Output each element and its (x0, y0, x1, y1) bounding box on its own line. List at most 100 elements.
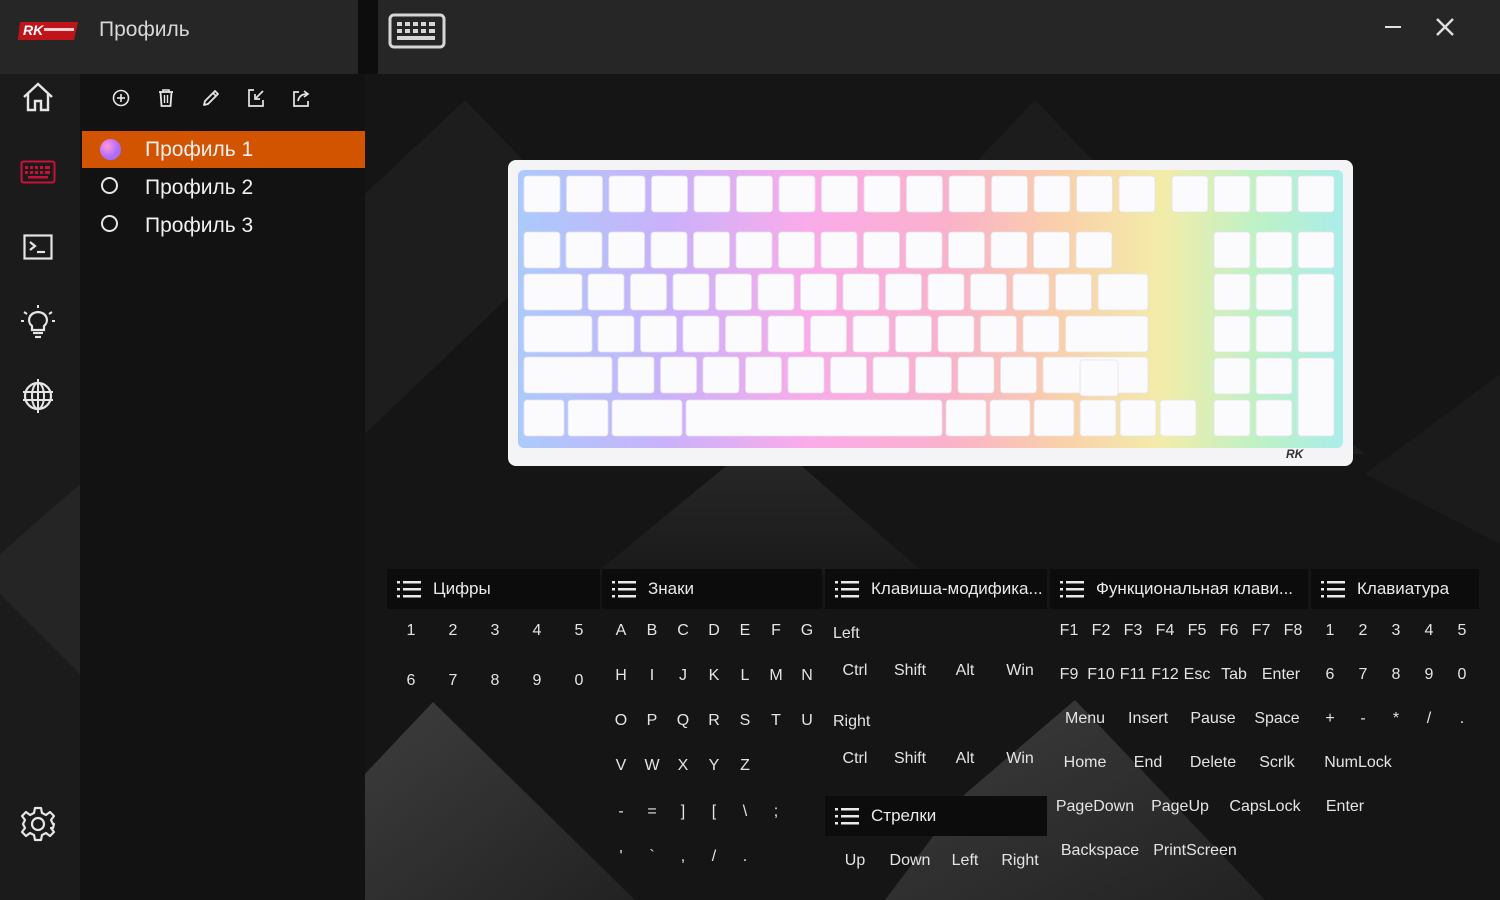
key-button[interactable]: 4 (533, 622, 542, 640)
key-button[interactable]: 5 (575, 622, 584, 640)
category-keypad[interactable]: Клавиатура (1311, 569, 1479, 609)
key-button[interactable]: Scrlk (1259, 754, 1295, 772)
key-button[interactable]: U (801, 712, 813, 730)
key-button[interactable]: [ (712, 803, 716, 821)
key-button[interactable]: Ctrl (843, 750, 868, 768)
key-button[interactable]: PageDown (1056, 798, 1134, 816)
key-button[interactable]: J (679, 667, 687, 685)
profile-item-3[interactable]: Профиль 3 (82, 207, 365, 244)
key-button[interactable]: L (741, 667, 750, 685)
category-signs[interactable]: Знаки (602, 569, 822, 609)
key-button[interactable]: E (740, 622, 751, 640)
key-button[interactable]: V (616, 757, 627, 775)
key-button[interactable]: Ctrl (843, 662, 868, 680)
key-button[interactable]: 9 (1425, 666, 1434, 684)
minimize-icon[interactable] (1378, 12, 1408, 42)
keyboard-icon[interactable] (388, 13, 446, 49)
key-button[interactable]: Down (890, 852, 931, 870)
key-button[interactable]: O (615, 712, 627, 730)
key-button[interactable]: 2 (449, 622, 458, 640)
key-button[interactable]: F2 (1092, 622, 1111, 640)
key-button[interactable]: Delete (1190, 754, 1236, 772)
key-button[interactable]: Pause (1190, 710, 1235, 728)
key-button[interactable]: Left (952, 852, 979, 870)
key-button[interactable]: Menu (1065, 710, 1105, 728)
key-button[interactable]: 9 (533, 672, 542, 690)
add-icon[interactable] (110, 87, 132, 109)
key-button[interactable]: 1 (1326, 622, 1335, 640)
key-button[interactable]: F10 (1087, 666, 1115, 684)
key-button[interactable]: Alt (956, 662, 975, 680)
key-button[interactable]: - (1360, 710, 1365, 728)
close-icon[interactable] (1430, 12, 1460, 42)
category-arrows[interactable]: Стрелки (825, 796, 1047, 836)
key-button[interactable]: . (743, 848, 747, 866)
key-button[interactable]: Right (1001, 852, 1038, 870)
profile-item-2[interactable]: Профиль 2 (82, 169, 365, 206)
key-button[interactable]: Q (677, 712, 689, 730)
key-button[interactable]: F11 (1120, 666, 1146, 684)
nav-keyboard[interactable] (18, 152, 58, 192)
key-button[interactable]: Enter (1262, 666, 1300, 684)
key-button[interactable]: . (1460, 710, 1464, 728)
key-button[interactable]: A (616, 622, 627, 640)
profile-item-1[interactable]: Профиль 1 (82, 131, 365, 168)
key-button[interactable]: 6 (407, 672, 416, 690)
key-button[interactable]: 8 (1392, 666, 1401, 684)
key-button[interactable]: 4 (1425, 622, 1434, 640)
key-button[interactable]: F8 (1284, 622, 1303, 640)
key-button[interactable]: ; (774, 803, 778, 821)
key-button[interactable]: Z (740, 757, 750, 775)
category-modifiers[interactable]: Клавиша-модифика... (825, 569, 1047, 609)
key-button[interactable]: 0 (575, 672, 584, 690)
key-button[interactable]: K (709, 667, 720, 685)
key-button[interactable]: Enter (1326, 798, 1364, 816)
key-button[interactable]: F6 (1220, 622, 1239, 640)
nav-macro[interactable] (18, 227, 58, 267)
key-button[interactable]: - (618, 803, 623, 821)
key-button[interactable]: 3 (1392, 622, 1401, 640)
key-button[interactable]: Space (1254, 710, 1299, 728)
key-button[interactable]: PageUp (1151, 798, 1209, 816)
import-icon[interactable] (245, 87, 267, 109)
export-icon[interactable] (290, 87, 312, 109)
key-button[interactable]: G (801, 622, 813, 640)
key-button[interactable]: C (677, 622, 689, 640)
key-button[interactable]: 6 (1326, 666, 1335, 684)
key-button[interactable]: X (678, 757, 689, 775)
key-button[interactable]: N (801, 667, 813, 685)
key-button[interactable]: R (708, 712, 720, 730)
key-button[interactable]: NumLock (1324, 754, 1392, 772)
key-button[interactable]: Alt (956, 750, 975, 768)
key-button[interactable]: Shift (894, 662, 926, 680)
key-button[interactable]: W (644, 757, 659, 775)
key-button[interactable]: F12 (1151, 666, 1179, 684)
key-button[interactable]: Shift (894, 750, 926, 768)
pencil-icon[interactable] (200, 87, 222, 109)
key-button[interactable]: D (708, 622, 720, 640)
key-button[interactable]: B (647, 622, 658, 640)
key-button[interactable]: Up (845, 852, 865, 870)
key-button[interactable]: Win (1006, 750, 1034, 768)
key-button[interactable]: 5 (1458, 622, 1467, 640)
key-button[interactable]: ` (649, 848, 654, 866)
key-button[interactable]: Y (709, 757, 720, 775)
key-button[interactable]: F3 (1124, 622, 1143, 640)
key-button[interactable]: Backspace (1061, 842, 1139, 860)
key-button[interactable]: 3 (491, 622, 500, 640)
key-button[interactable]: F1 (1060, 622, 1079, 640)
category-digits[interactable]: Цифры (387, 569, 600, 609)
key-button[interactable]: 7 (449, 672, 458, 690)
key-button[interactable]: 1 (407, 622, 416, 640)
nav-lighting[interactable] (18, 302, 58, 342)
key-button[interactable]: F5 (1188, 622, 1207, 640)
nav-settings[interactable] (18, 804, 58, 844)
key-button[interactable]: Insert (1128, 710, 1168, 728)
key-button[interactable]: H (615, 667, 627, 685)
key-button[interactable]: ' (619, 848, 622, 866)
key-button[interactable]: Win (1006, 662, 1034, 680)
key-button[interactable]: F7 (1252, 622, 1271, 640)
key-button[interactable]: T (771, 712, 781, 730)
key-button[interactable]: Esc (1184, 666, 1211, 684)
key-button[interactable]: 8 (491, 672, 500, 690)
